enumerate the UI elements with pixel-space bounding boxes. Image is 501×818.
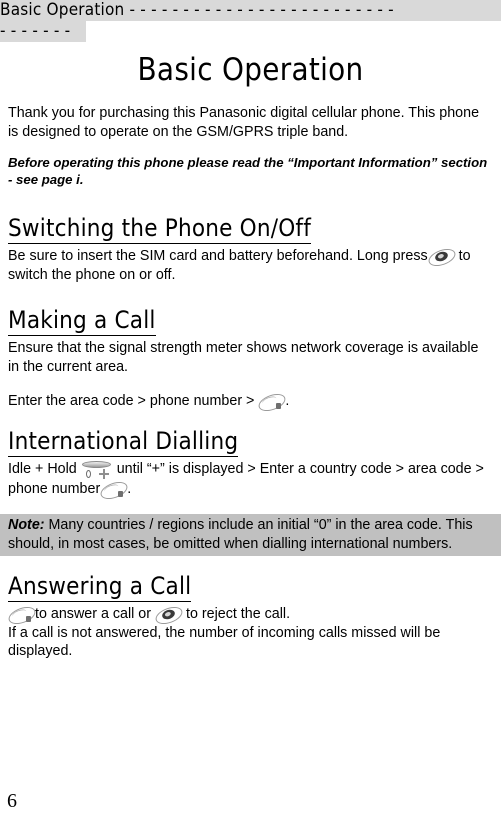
making-a-call-step-text: Enter the area code > phone number >: [8, 393, 255, 409]
heading-answering-a-call: Answering a Call: [8, 572, 493, 602]
making-a-call-step: Enter the area code > phone number > .: [8, 390, 493, 415]
international-step-part-1: Idle + Hold: [8, 460, 77, 477]
section-making-a-call: Making a Call Ensure that the signal str…: [8, 306, 493, 415]
section-answering-a-call: Answering a Call to answer a call or to …: [6, 572, 493, 661]
section-international-dialling: International Dialling Idle + Hold until…: [0, 426, 501, 556]
answering-instruction-line-1: to answer a call or to reject the call.: [6, 603, 493, 628]
running-header: Basic Operation - - - - - - - - - - - - …: [0, 0, 501, 42]
send-call-key-icon: [98, 478, 130, 502]
running-header-rule-1: - - - - - - - - - - - - - - - - - - - - …: [129, 0, 394, 20]
intro-paragraph: Thank you for purchasing this Panasonic …: [8, 105, 480, 140]
making-a-call-step-period: .: [285, 393, 290, 409]
answering-text-part-2: to reject the call.: [185, 606, 291, 622]
international-step-part-2: until “+” is displayed > Enter a country…: [8, 460, 484, 497]
running-header-title: Basic Operation: [0, 0, 125, 20]
page-number: 6: [7, 790, 17, 812]
zero-plus-key-icon: [81, 460, 113, 480]
note-spacer: [8, 498, 493, 514]
send-call-key-icon: [6, 603, 38, 628]
note-label: Note:: [8, 517, 45, 533]
answering-text-part-1: to answer a call or: [35, 606, 152, 622]
international-step-period: .: [127, 480, 132, 497]
note-text: Many countries / regions include an init…: [8, 517, 473, 552]
note-box: Note: Many countries / regions include a…: [0, 514, 501, 556]
heading-international-dialling-text: International Dialling: [8, 426, 239, 457]
end-power-key-icon: [153, 603, 185, 628]
page-content: Basic Operation Thank you for purchasing…: [0, 52, 501, 661]
heading-making-a-call: Making a Call: [8, 306, 493, 336]
section-switching-the-phone-on-off: Switching the Phone On/Off Be sure to in…: [8, 214, 493, 284]
making-a-call-paragraph: Ensure that the signal strength meter sh…: [8, 340, 479, 375]
international-dialling-step: Idle + Hold until “+” is displayed > Ent…: [8, 460, 493, 502]
heading-switching-text: Switching the Phone On/Off: [8, 214, 312, 244]
heading-answering-a-call-text: Answering a Call: [8, 572, 192, 602]
running-header-line-2: - - - - - - -: [0, 21, 86, 42]
answering-instruction-line-2: If a call is not answered, the number of…: [8, 624, 441, 660]
heading-switching-the-phone-on-off: Switching the Phone On/Off: [8, 214, 493, 244]
important-information-notice: Before operating this phone please read …: [8, 155, 488, 187]
switching-instruction: Be sure to insert the SIM card and batte…: [8, 245, 493, 284]
end-power-key-icon: [425, 245, 458, 270]
switching-text-before-icon: Be sure to insert the SIM card and batte…: [8, 248, 428, 264]
heading-making-a-call-text: Making a Call: [8, 306, 156, 336]
heading-international-dialling: International Dialling: [8, 426, 493, 457]
send-call-key-icon: [256, 390, 289, 415]
page-title: Basic Operation: [137, 52, 364, 88]
running-header-line-1: Basic Operation - - - - - - - - - - - - …: [0, 0, 501, 21]
